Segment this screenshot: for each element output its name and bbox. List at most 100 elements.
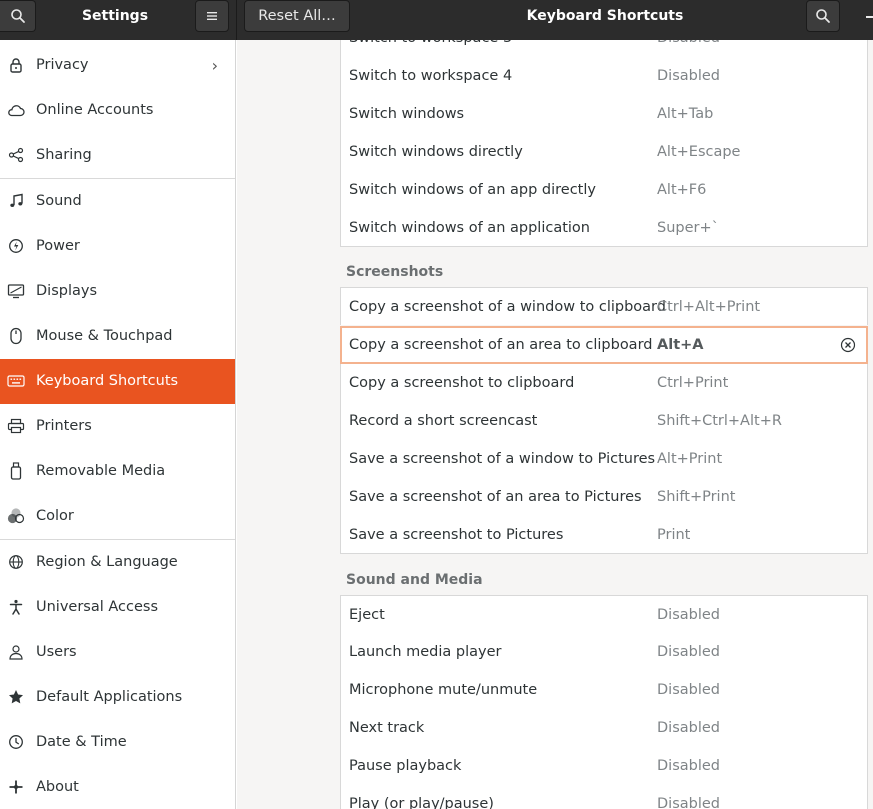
sidebar-item-mouse-touchpad[interactable]: Mouse & Touchpad <box>0 314 235 359</box>
sidebar-item-label: Mouse & Touchpad <box>36 328 173 344</box>
search-icon <box>816 9 830 23</box>
sidebar-item-sound[interactable]: Sound <box>0 179 235 224</box>
shortcut-name: Play (or play/pause) <box>349 796 494 809</box>
shortcut-accel: Disabled <box>657 68 720 84</box>
sidebar-item-color[interactable]: Color <box>0 494 235 539</box>
shortcut-row[interactable]: Play (or play/pause) Disabled <box>340 785 868 809</box>
hamburger-menu-button[interactable] <box>195 0 229 32</box>
sidebar-item-region-language[interactable]: Region & Language <box>0 540 235 585</box>
shortcut-row[interactable]: Switch windows directly Alt+Escape <box>340 133 868 171</box>
sidebar-item-label: Default Applications <box>36 689 183 705</box>
app-title: Settings <box>81 8 149 24</box>
sidebar-item-label: Online Accounts <box>36 102 154 118</box>
music-note-icon <box>7 192 25 210</box>
shortcut-row[interactable]: Eject Disabled <box>340 595 868 633</box>
shortcut-name: Copy a screenshot of an area to clipboar… <box>349 337 653 353</box>
keyboard-icon <box>7 372 25 390</box>
sidebar-item-label: Sound <box>36 193 82 209</box>
shortcut-accel: Alt+A <box>657 337 704 353</box>
header-separator <box>236 0 237 40</box>
shortcut-accel: Alt+Tab <box>657 106 714 122</box>
sidebar-item-power[interactable]: Power <box>0 224 235 269</box>
shortcut-accel: Shift+Ctrl+Alt+R <box>657 413 782 429</box>
shortcuts-panel: Switch to workspace 3 Disabled Switch to… <box>237 40 873 809</box>
shortcuts-list[interactable]: Switch to workspace 3 Disabled Switch to… <box>340 40 868 809</box>
shortcut-name: Switch windows of an app directly <box>349 182 596 198</box>
sidebar-item-label: Universal Access <box>36 599 159 615</box>
panel-title: Keyboard Shortcuts <box>526 8 684 24</box>
shortcut-row[interactable]: Save a screenshot to Pictures Print <box>340 516 868 554</box>
shortcut-row[interactable]: Switch windows of an application Super+` <box>340 209 868 247</box>
shortcut-name: Pause playback <box>349 758 462 774</box>
shortcut-row[interactable]: Switch windows Alt+Tab <box>340 95 868 133</box>
search-icon <box>10 9 25 23</box>
hamburger-menu-icon <box>207 12 217 20</box>
sidebar-item-keyboard-shortcuts[interactable]: Keyboard Shortcuts <box>0 359 235 404</box>
sidebar-item-about[interactable]: About <box>0 765 235 809</box>
sidebar-item-label: Printers <box>36 418 92 434</box>
shortcut-row[interactable]: Record a short screencast Shift+Ctrl+Alt… <box>340 402 868 440</box>
star-icon <box>7 688 25 706</box>
sidebar-item-label: About <box>36 779 79 795</box>
shortcut-accel: Print <box>657 527 691 543</box>
sidebar-item-displays[interactable]: Displays <box>0 269 235 314</box>
shortcut-name: Copy a screenshot to clipboard <box>349 375 575 391</box>
globe-icon <box>7 553 25 571</box>
sidebar-item-removable-media[interactable]: Removable Media <box>0 449 235 494</box>
display-icon <box>7 282 25 300</box>
shortcut-row[interactable]: Switch to workspace 4 Disabled <box>340 57 868 95</box>
shortcut-row[interactable]: Copy a screenshot of a window to clipboa… <box>340 287 868 325</box>
sidebar-item-universal-access[interactable]: Universal Access <box>0 585 235 630</box>
cloud-icon <box>7 101 25 119</box>
shortcut-name: Switch windows of an application <box>349 220 590 236</box>
sidebar-item-sharing[interactable]: Sharing <box>0 133 235 178</box>
shortcut-accel: Ctrl+Alt+Print <box>657 299 761 315</box>
shortcut-accel: Alt+Escape <box>657 144 741 160</box>
shortcut-row[interactable]: Copy a screenshot to clipboard Ctrl+Prin… <box>340 364 868 402</box>
accessibility-icon <box>7 598 25 616</box>
shortcut-accel: Disabled <box>657 720 720 736</box>
sidebar: Privacy › Online Accounts Sharing Sound … <box>0 40 236 809</box>
clear-shortcut-icon[interactable] <box>840 337 856 353</box>
shortcut-name: Switch windows directly <box>349 144 523 160</box>
color-circles-icon <box>7 507 25 525</box>
shortcut-accel: Disabled <box>657 682 720 698</box>
sidebar-item-online-accounts[interactable]: Online Accounts <box>0 88 235 133</box>
shortcut-row-selected[interactable]: Copy a screenshot of an area to clipboar… <box>340 326 868 364</box>
shortcut-name: Record a short screencast <box>349 413 538 429</box>
sidebar-search-button[interactable] <box>0 0 36 32</box>
shortcut-row[interactable]: Save a screenshot of a window to Picture… <box>340 440 868 478</box>
shortcut-accel: Disabled <box>657 758 720 774</box>
sidebar-item-users[interactable]: Users <box>0 630 235 675</box>
reset-all-button[interactable]: Reset All… <box>244 0 350 32</box>
sidebar-item-label: Removable Media <box>36 463 166 479</box>
section-title-sound-media: Sound and Media <box>346 572 483 588</box>
shortcut-accel: Alt+Print <box>657 451 723 467</box>
clock-icon <box>7 733 25 751</box>
shortcut-accel: Disabled <box>657 644 720 660</box>
shortcut-row[interactable]: Next track Disabled <box>340 709 868 747</box>
shortcut-row[interactable]: Switch to workspace 3 Disabled <box>340 40 868 57</box>
shortcut-row[interactable]: Switch windows of an app directly Alt+F6 <box>340 171 868 209</box>
sidebar-item-privacy[interactable]: Privacy › <box>0 43 235 88</box>
shortcut-name: Save a screenshot of an area to Pictures <box>349 489 642 505</box>
shortcut-row[interactable]: Launch media player Disabled <box>340 633 868 671</box>
user-icon <box>7 643 25 661</box>
shortcut-row[interactable]: Pause playback Disabled <box>340 747 868 785</box>
shortcut-name: Next track <box>349 720 425 736</box>
sidebar-item-printers[interactable]: Printers <box>0 404 235 449</box>
shortcut-name: Copy a screenshot of a window to clipboa… <box>349 299 666 315</box>
shortcut-name: Switch windows <box>349 106 465 122</box>
sidebar-item-default-applications[interactable]: Default Applications <box>0 675 235 720</box>
header-bar: Settings Reset All… Keyboard Shortcuts <box>0 0 873 40</box>
sidebar-item-label: Keyboard Shortcuts <box>36 373 179 389</box>
shortcut-search-button[interactable] <box>806 0 840 32</box>
shortcut-row[interactable]: Save a screenshot of an area to Pictures… <box>340 478 868 516</box>
printer-icon <box>7 417 25 435</box>
sidebar-item-label: Displays <box>36 283 98 299</box>
shortcut-name: Save a screenshot to Pictures <box>349 527 564 543</box>
sidebar-item-date-time[interactable]: Date & Time <box>0 720 235 765</box>
shortcut-accel: Disabled <box>657 796 720 809</box>
minimize-button[interactable] <box>866 16 873 18</box>
shortcut-row[interactable]: Microphone mute/unmute Disabled <box>340 671 868 709</box>
